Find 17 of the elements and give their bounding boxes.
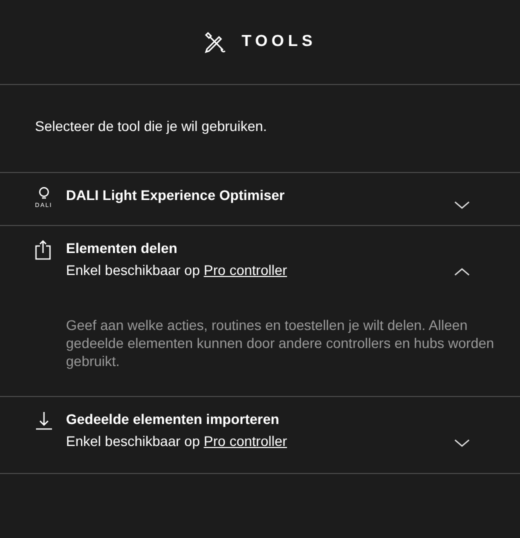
bulb-icon — [38, 187, 50, 201]
page-title: TOOLS — [242, 33, 316, 51]
download-icon — [35, 411, 53, 431]
tools-icon — [204, 30, 228, 54]
tool-title: Elementen delen — [66, 240, 178, 256]
pro-controller-link[interactable]: Pro controller — [204, 262, 288, 278]
pro-controller-link[interactable]: Pro controller — [204, 433, 288, 449]
chevron-down-icon — [454, 439, 470, 447]
chevron-up-icon — [454, 268, 470, 276]
chevron-down-icon — [454, 201, 470, 209]
intro-text: Selecteer de tool die je wil gebruiken. — [35, 118, 267, 134]
share-icon — [35, 240, 51, 260]
tool-title: DALI Light Experience Optimiser — [66, 187, 286, 203]
availability-text: Enkel beschikbaar op Pro controller — [66, 262, 288, 278]
tool-title: Gedeelde elementen importeren — [66, 411, 280, 427]
availability-text: Enkel beschikbaar op Pro controller — [66, 433, 288, 449]
tool-description: Geef aan welke acties, routines en toestellen je wilt delen. Alleen gedeelde elementen kunnen door andere controllers en hubs worden gebruikt. — [66, 316, 495, 370]
